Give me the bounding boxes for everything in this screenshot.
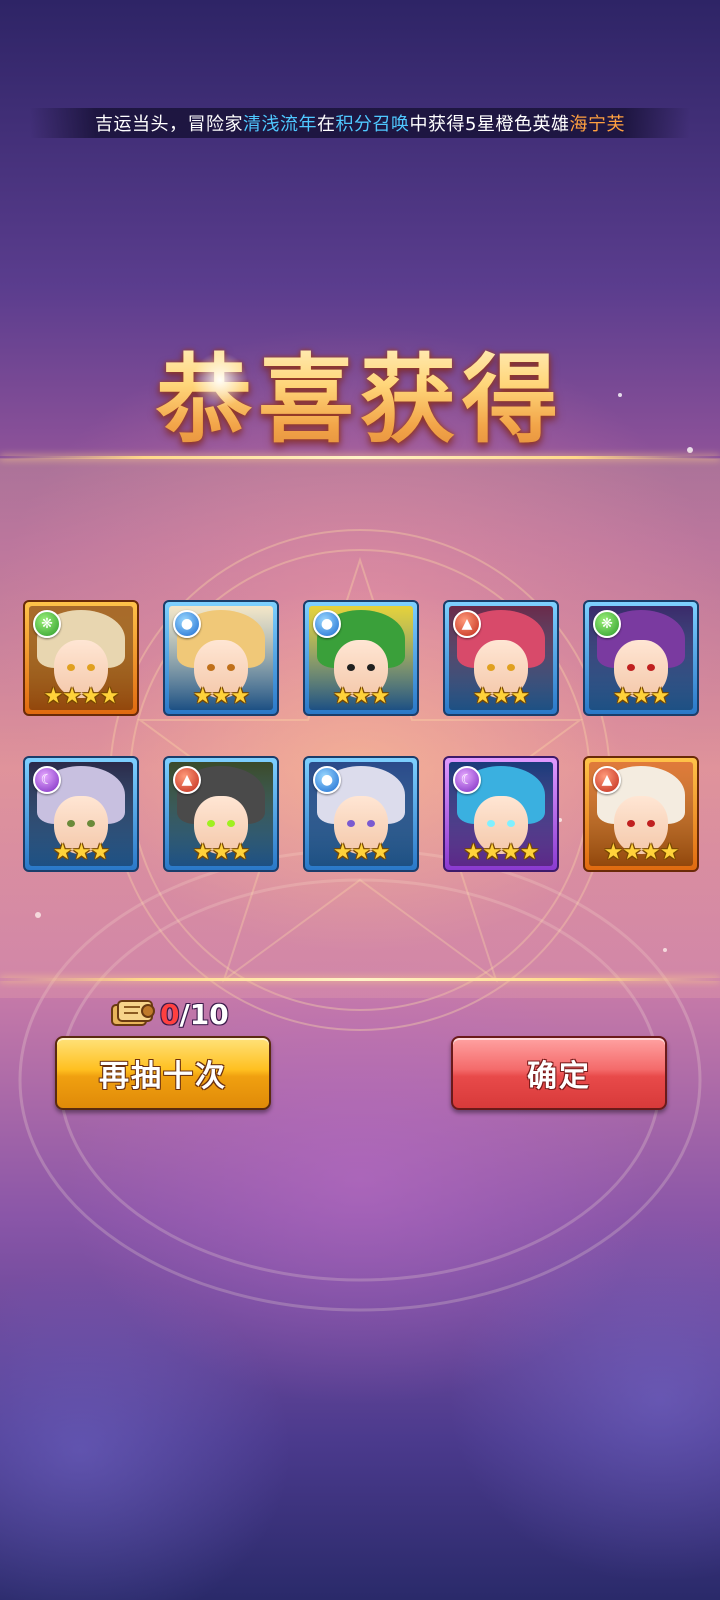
hero-eye — [227, 820, 235, 827]
hero-eye — [87, 664, 95, 671]
draw-counter: 0/10 — [108, 994, 229, 1034]
star-rating: ★★★★ — [43, 684, 120, 709]
star-rating: ★★★ — [472, 684, 530, 709]
star-rating: ★★★★ — [463, 840, 540, 865]
hero-eye — [487, 820, 495, 827]
hero-eye — [647, 664, 655, 671]
hero-eye — [507, 820, 515, 827]
hero-eye — [87, 820, 95, 827]
star-rating: ★★★ — [192, 684, 250, 709]
hero-eye — [227, 664, 235, 671]
hero-portrait: ● ★★★ — [309, 606, 413, 710]
star-rating: ★★★★ — [603, 840, 680, 865]
star-rating: ★★★ — [332, 684, 390, 709]
hero-eye — [487, 664, 495, 671]
broadcast-ticker: 吉运当头，冒险家 清浅流年在积分召唤 中获得5星橙色英雄 海宁芙 — [30, 108, 690, 138]
hero-portrait: ☾ ★★★ — [29, 762, 133, 866]
hero-eye — [67, 820, 75, 827]
broadcast-mid1: 在 — [317, 114, 336, 135]
hero-eye — [347, 820, 355, 827]
hero-card[interactable]: ● ★★★ — [163, 600, 279, 716]
hero-card[interactable]: ● ★★★ — [303, 756, 419, 872]
sparkle-icon — [190, 350, 250, 410]
water-drop-icon: ● — [313, 766, 341, 794]
broadcast-hero-name: 海宁芙 — [569, 114, 625, 135]
hero-card[interactable]: ☾ ★★★ — [23, 756, 139, 872]
hero-eye — [627, 820, 635, 827]
hero-eye — [507, 664, 515, 671]
hero-portrait: ▲ ★★★★ — [589, 762, 693, 866]
draw-counter-total: /10 — [179, 997, 229, 1031]
hero-eye — [367, 664, 375, 671]
hero-portrait: ● ★★★ — [169, 606, 273, 710]
hero-card[interactable]: ☾ ★★★★ — [443, 756, 559, 872]
moon-icon: ☾ — [33, 766, 61, 794]
hero-eye — [207, 664, 215, 671]
reward-panel-bottom-border — [0, 978, 720, 981]
ticket-scroll-icon — [111, 1000, 155, 1026]
star-rating: ★★★ — [612, 684, 670, 709]
broadcast-player-name: 清浅流年 — [243, 114, 318, 135]
broadcast-pool-name: 积分召唤 — [335, 114, 410, 135]
hero-eye — [207, 820, 215, 827]
fire-icon: ▲ — [593, 766, 621, 794]
hero-card[interactable]: ● ★★★ — [303, 600, 419, 716]
hero-eye — [347, 664, 355, 671]
hero-portrait: ▲ ★★★ — [169, 762, 273, 866]
hero-card[interactable]: ❋ ★★★★ — [23, 600, 139, 716]
water-drop-icon: ● — [313, 610, 341, 638]
broadcast-mid2: 中获得5星橙色英雄 — [409, 114, 570, 135]
hero-portrait: ☾ ★★★★ — [449, 762, 553, 866]
fire-icon: ▲ — [173, 766, 201, 794]
hero-card[interactable]: ▲ ★★★ — [443, 600, 559, 716]
hero-portrait: ▲ ★★★ — [449, 606, 553, 710]
hero-portrait: ❋ ★★★ — [589, 606, 693, 710]
wind-icon: ❋ — [33, 610, 61, 638]
hero-portrait: ❋ ★★★★ — [29, 606, 133, 710]
confirm-button[interactable]: 确定 — [451, 1036, 667, 1110]
star-rating: ★★★ — [52, 840, 110, 865]
wind-icon: ❋ — [593, 610, 621, 638]
water-drop-icon: ● — [173, 610, 201, 638]
star-rating: ★★★ — [192, 840, 250, 865]
star-rating: ★★★ — [332, 840, 390, 865]
hero-eye — [647, 820, 655, 827]
congrats-title: 恭喜获得 — [0, 322, 720, 461]
hero-eye — [67, 664, 75, 671]
hero-portrait: ● ★★★ — [309, 762, 413, 866]
hero-eye — [627, 664, 635, 671]
draw-ten-again-button[interactable]: 再抽十次 — [55, 1036, 271, 1110]
draw-counter-text: 0/10 — [160, 998, 229, 1031]
fire-icon: ▲ — [453, 610, 481, 638]
moon-icon: ☾ — [453, 766, 481, 794]
hero-grid: ❋ ★★★★ ● ★★★ ● ★★★ ▲ ★★★ ❋ ★★★ ☾ ★★★ ▲ ★★★ ● ★★★ ☾ ★★★★ ▲ ★… — [23, 600, 699, 872]
hero-card[interactable]: ▲ ★★★★ — [583, 756, 699, 872]
hero-card[interactable]: ❋ ★★★ — [583, 600, 699, 716]
broadcast-prefix: 吉运当头，冒险家 — [95, 114, 244, 135]
draw-counter-used: 0 — [160, 997, 180, 1031]
hero-card[interactable]: ▲ ★★★ — [163, 756, 279, 872]
hero-eye — [367, 820, 375, 827]
